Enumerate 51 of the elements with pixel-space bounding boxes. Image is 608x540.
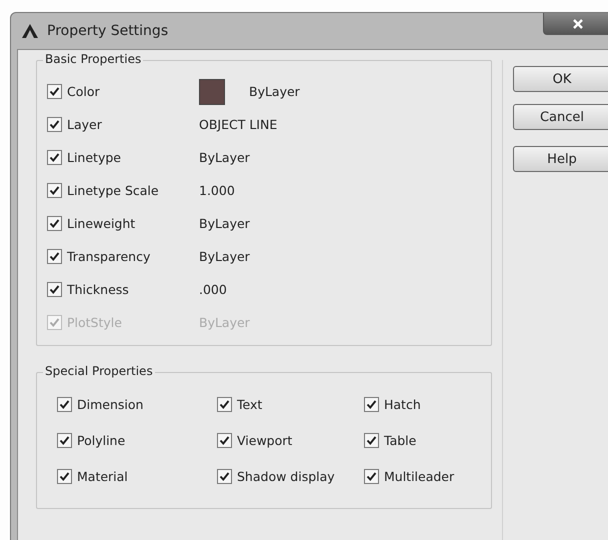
checkbox-label: Hatch	[384, 397, 421, 412]
checkbox-label: Color	[67, 84, 100, 99]
checkbox[interactable]	[57, 469, 72, 484]
dialog-button[interactable]: Help	[513, 146, 608, 172]
checkbox[interactable]	[47, 84, 62, 99]
property-value: ByLayer	[199, 150, 250, 165]
checkbox-label: Linetype Scale	[67, 183, 159, 198]
checkbox[interactable]	[364, 469, 379, 484]
dialog-button[interactable]: Cancel	[513, 104, 608, 130]
checkbox[interactable]	[364, 397, 379, 412]
checkbox[interactable]	[57, 433, 72, 448]
checkbox-label: PlotStyle	[67, 315, 122, 330]
checkbox-label: Layer	[67, 117, 102, 132]
property-value: ByLayer	[199, 216, 250, 231]
checkbox-label: Text	[237, 397, 262, 412]
group-title: Basic Properties	[43, 52, 144, 66]
dialog-button[interactable]: OK	[513, 66, 608, 92]
close-button[interactable]	[543, 13, 608, 35]
property-value: ByLayer	[199, 315, 250, 330]
checkbox[interactable]	[47, 282, 62, 297]
checkbox-label: Shadow display	[237, 469, 335, 484]
checkbox-label: Polyline	[77, 433, 126, 448]
property-value: ByLayer	[249, 84, 300, 99]
property-value: ByLayer	[199, 249, 250, 264]
checkbox-label: Linetype	[67, 150, 121, 165]
checkbox[interactable]	[47, 249, 62, 264]
group-title: Special Properties	[43, 364, 155, 378]
property-value: 1.000	[199, 183, 235, 198]
checkbox[interactable]	[217, 469, 232, 484]
checkbox-label: Thickness	[67, 282, 129, 297]
checkbox-label: Dimension	[77, 397, 144, 412]
property-value: .000	[199, 282, 227, 297]
checkbox-label: Multileader	[384, 469, 454, 484]
window-title: Property Settings	[47, 23, 168, 39]
app-logo-icon	[21, 23, 39, 39]
color-swatch	[199, 78, 225, 104]
property-value: OBJECT LINE	[199, 117, 278, 132]
checkbox[interactable]	[47, 183, 62, 198]
checkbox[interactable]	[364, 433, 379, 448]
checkbox-label: Lineweight	[67, 216, 136, 231]
checkbox-label: Viewport	[237, 433, 292, 448]
checkbox[interactable]	[47, 216, 62, 231]
checkbox[interactable]	[217, 433, 232, 448]
checkbox[interactable]	[57, 397, 72, 412]
checkbox-label: Material	[77, 469, 128, 484]
checkbox[interactable]	[217, 397, 232, 412]
checkbox[interactable]	[47, 117, 62, 132]
close-icon	[572, 18, 584, 30]
checkbox-label: Table	[384, 433, 416, 448]
checkbox[interactable]	[47, 150, 62, 165]
checkbox-label: Transparency	[67, 249, 150, 264]
